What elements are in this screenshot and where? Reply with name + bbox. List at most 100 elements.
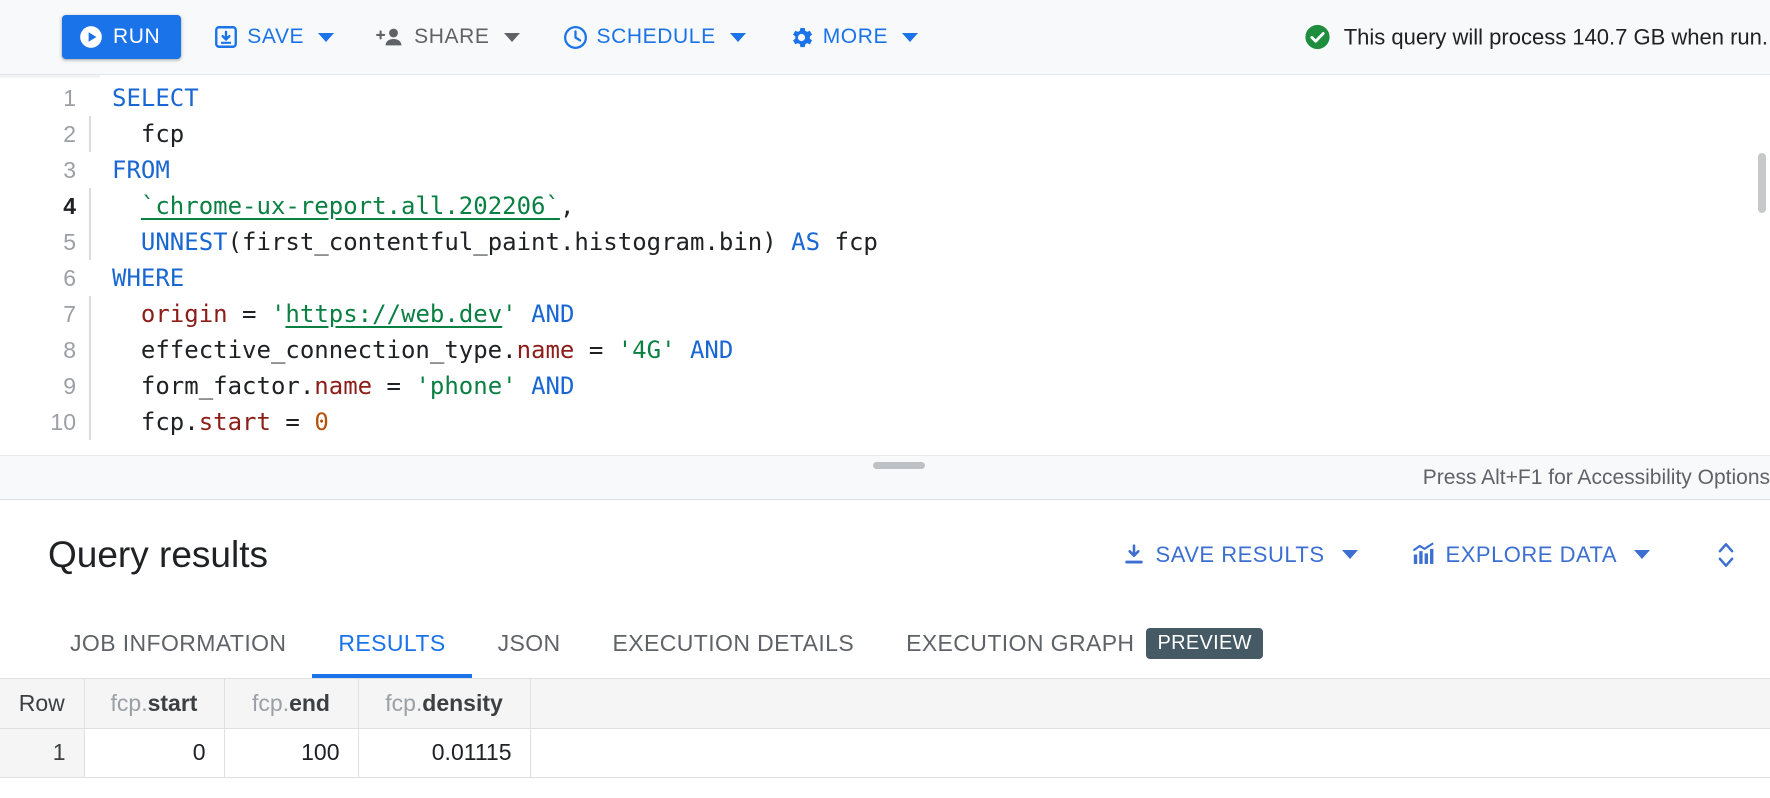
editor-top-accent bbox=[0, 75, 1770, 78]
table-row[interactable]: 101000.01115 bbox=[0, 728, 1770, 777]
save-results-label: SAVE RESULTS bbox=[1156, 542, 1325, 568]
table-header-cell[interactable]: fcp.density bbox=[358, 679, 530, 728]
table-header-cell[interactable]: fcp.start bbox=[84, 679, 224, 728]
more-button[interactable]: MORE bbox=[778, 15, 928, 59]
code-line[interactable]: 1SELECT bbox=[0, 80, 1770, 116]
chevron-down-icon bbox=[504, 33, 520, 42]
table-header-cell[interactable]: fcp.end bbox=[224, 679, 358, 728]
query-validation-status: This query will process 140.7 GB when ru… bbox=[1303, 23, 1770, 52]
save-button-label: SAVE bbox=[247, 25, 304, 49]
code-line-text: UNNEST(first_contentful_paint.histogram.… bbox=[100, 224, 878, 260]
code-line[interactable]: 5 UNNEST(first_contentful_paint.histogra… bbox=[0, 224, 1770, 260]
chevron-down-icon bbox=[730, 33, 746, 42]
tab-label: EXECUTION DETAILS bbox=[613, 630, 855, 657]
explore-data-button[interactable]: EXPLORE DATA bbox=[1398, 533, 1662, 577]
indent-guide bbox=[88, 296, 100, 332]
cell-end: 100 bbox=[224, 728, 358, 777]
line-number: 1 bbox=[0, 80, 88, 116]
code-line[interactable]: 7 origin = 'https://web.dev' AND bbox=[0, 296, 1770, 332]
results-table-head: Rowfcp.startfcp.endfcp.density bbox=[0, 679, 1770, 728]
results-tabs: JOB INFORMATION RESULTS JSON EXECUTION DETA… bbox=[0, 608, 1770, 679]
code-line[interactable]: 10 fcp.start = 0 bbox=[0, 404, 1770, 440]
explore-data-label: EXPLORE DATA bbox=[1446, 542, 1617, 568]
tab-results[interactable]: RESULTS bbox=[312, 608, 471, 678]
download-icon bbox=[1121, 542, 1147, 568]
code-line-text: WHERE bbox=[100, 260, 184, 296]
cell-filler bbox=[530, 728, 1770, 777]
bigquery-console: RUN SAVE SHARE bbox=[0, 0, 1770, 798]
line-number: 9 bbox=[0, 368, 88, 404]
code-line-text: fcp.start = 0 bbox=[100, 404, 329, 440]
code-line-text: FROM bbox=[100, 152, 170, 188]
tab-json[interactable]: JSON bbox=[472, 608, 587, 678]
line-number: 6 bbox=[0, 260, 88, 296]
query-validation-text: This query will process 140.7 GB when ru… bbox=[1344, 24, 1768, 50]
tab-label: JSON bbox=[498, 630, 561, 657]
cell-row-number: 1 bbox=[0, 728, 84, 777]
indent-guide bbox=[88, 188, 100, 224]
clock-icon bbox=[562, 24, 589, 51]
results-actions: SAVE RESULTS EXPLORE DATA bbox=[1081, 533, 1746, 577]
check-circle-icon bbox=[1303, 23, 1332, 52]
run-button-label: RUN bbox=[113, 25, 160, 49]
code-line[interactable]: 8 effective_connection_type.name = '4G' … bbox=[0, 332, 1770, 368]
results-table-body: 101000.01115 bbox=[0, 728, 1770, 777]
line-number: 3 bbox=[0, 152, 88, 188]
indent-guide bbox=[88, 368, 100, 404]
save-button[interactable]: SAVE bbox=[203, 15, 344, 59]
line-number: 10 bbox=[0, 404, 88, 440]
line-number: 2 bbox=[0, 116, 88, 152]
chevron-down-icon bbox=[1342, 550, 1358, 559]
code-line[interactable]: 6 WHERE bbox=[0, 260, 1770, 296]
gear-icon bbox=[788, 24, 815, 51]
line-number: 7 bbox=[0, 296, 88, 332]
code-line-text: effective_connection_type.name = '4G' AN… bbox=[100, 332, 733, 368]
chevron-down-icon bbox=[1634, 550, 1650, 559]
code-line-text: fcp bbox=[100, 116, 184, 152]
code-line[interactable]: 3 FROM bbox=[0, 152, 1770, 188]
tab-label: JOB INFORMATION bbox=[70, 630, 286, 657]
person-add-icon bbox=[376, 24, 406, 50]
run-button[interactable]: RUN bbox=[62, 15, 181, 59]
expand-collapse-button[interactable] bbox=[1706, 533, 1746, 577]
results-header: Query results SAVE RESULTS bbox=[0, 501, 1770, 608]
indent-guide bbox=[88, 332, 100, 368]
bar-chart-icon bbox=[1410, 541, 1437, 568]
tab-job-information[interactable]: JOB INFORMATION bbox=[44, 608, 312, 678]
schedule-button[interactable]: SCHEDULE bbox=[552, 15, 756, 59]
indent-guide bbox=[88, 152, 100, 188]
cell-start: 0 bbox=[84, 728, 224, 777]
table-header-filler bbox=[530, 679, 1770, 728]
tab-execution-graph[interactable]: EXECUTION GRAPHPREVIEW bbox=[880, 608, 1289, 678]
table-header-cell[interactable]: Row bbox=[0, 679, 84, 728]
code-line-text: form_factor.name = 'phone' AND bbox=[100, 368, 574, 404]
more-button-label: MORE bbox=[823, 25, 888, 49]
panel-resize-handle[interactable] bbox=[873, 462, 925, 469]
query-toolbar: RUN SAVE SHARE bbox=[0, 0, 1770, 75]
tab-execution-details[interactable]: EXECUTION DETAILS bbox=[587, 608, 881, 678]
editor-footer: Press Alt+F1 for Accessibility Options bbox=[0, 455, 1770, 500]
tab-label: RESULTS bbox=[338, 630, 445, 657]
code-line-text: `chrome-ux-report.all.202206`, bbox=[100, 188, 574, 224]
line-number: 8 bbox=[0, 332, 88, 368]
cell-density: 0.01115 bbox=[358, 728, 530, 777]
code-line[interactable]: 2 fcp bbox=[0, 116, 1770, 152]
chevron-down-icon bbox=[318, 33, 334, 42]
share-button[interactable]: SHARE bbox=[366, 15, 529, 59]
editor-vertical-scrollbar[interactable] bbox=[1758, 153, 1766, 213]
sql-code[interactable]: 1SELECT2 fcp3FROM4 `chrome-ux-report.all… bbox=[0, 80, 1770, 440]
line-number: 4 bbox=[0, 188, 88, 224]
indent-guide bbox=[88, 224, 100, 260]
line-number: 5 bbox=[0, 224, 88, 260]
chevron-down-icon bbox=[902, 33, 918, 42]
indent-guide bbox=[88, 404, 100, 440]
indent-guide bbox=[88, 80, 100, 116]
sql-editor[interactable]: 1SELECT2 fcp3FROM4 `chrome-ux-report.all… bbox=[0, 75, 1770, 455]
save-results-button[interactable]: SAVE RESULTS bbox=[1109, 533, 1370, 577]
schedule-button-label: SCHEDULE bbox=[597, 25, 716, 49]
results-title: Query results bbox=[48, 534, 268, 576]
results-table: Rowfcp.startfcp.endfcp.density 101000.01… bbox=[0, 679, 1770, 778]
code-line[interactable]: 4 `chrome-ux-report.all.202206`, bbox=[0, 188, 1770, 224]
indent-guide bbox=[88, 260, 100, 296]
code-line[interactable]: 9 form_factor.name = 'phone' AND bbox=[0, 368, 1770, 404]
